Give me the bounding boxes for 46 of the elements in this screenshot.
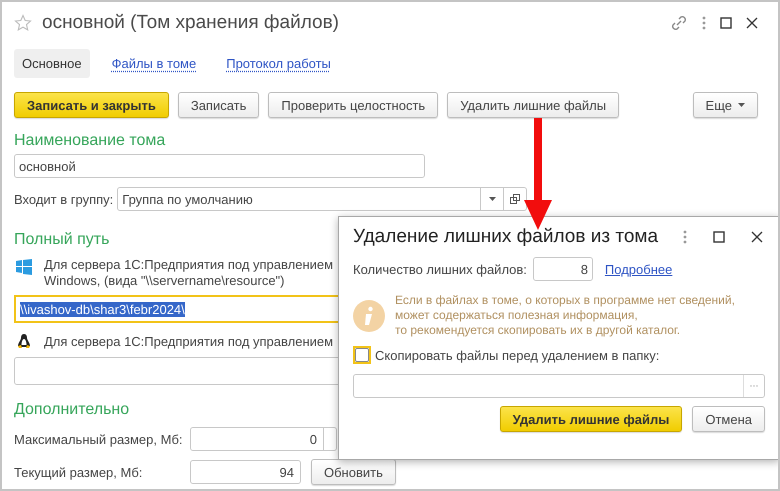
open-icon[interactable]: [510, 194, 520, 204]
checkbox[interactable]: [353, 346, 371, 364]
number-field[interactable]: 0: [190, 427, 337, 451]
section-heading: Полный путь: [14, 231, 110, 250]
penguin-icon: [16, 333, 32, 349]
section-heading: Наименование тома: [14, 132, 166, 151]
more-button[interactable]: Еще: [692, 92, 758, 118]
field-label: Входит в группу:: [14, 192, 114, 206]
field-label: Количество лишних файлов:: [353, 262, 527, 276]
field-label: Максимальный размер, Мб:: [14, 432, 184, 446]
toolbar-button[interactable]: Отмена: [692, 406, 765, 432]
tab[interactable]: Основное: [14, 48, 90, 78]
field-label: Текущий размер, Мб:: [14, 464, 144, 480]
number-field: 94: [190, 460, 301, 484]
tab[interactable]: Протокол работы: [218, 48, 339, 78]
section-heading: Дополнительно: [14, 401, 130, 420]
primary-button[interactable]: Записать и закрыть: [14, 92, 169, 118]
primary-button[interactable]: Удалить лишние файлы: [500, 406, 682, 432]
more-icon[interactable]: [683, 230, 687, 244]
count-field: 8: [532, 257, 593, 281]
close-icon[interactable]: [746, 17, 758, 29]
toolbar-button[interactable]: Записать: [178, 92, 260, 118]
toolbar-button[interactable]: Проверить целостность: [268, 92, 438, 118]
window-title: основной (Том хранения файлов): [42, 12, 339, 34]
info-icon: [353, 300, 385, 332]
info-text: Если в файлах в томе, о которых в программе нет сведений, может содержаться полезная информация, то рекомендуется скопировать их в другой каталог.: [395, 293, 735, 338]
more-icon[interactable]: [702, 16, 706, 30]
checkbox-label: Скопировать файлы перед удалением в папку:: [375, 348, 660, 362]
caret-icon: [738, 103, 745, 107]
maximize-icon[interactable]: [713, 231, 725, 243]
tab[interactable]: Файлы в томе: [104, 48, 204, 78]
dropdown-field[interactable]: Группа по умолчанию: [117, 187, 528, 211]
maximize-icon[interactable]: [720, 17, 732, 29]
input-field[interactable]: основной: [14, 154, 425, 178]
caret-icon: [488, 197, 496, 201]
hint-text: Для сервера 1С:Предприятия под управлением Windows, (вида "\\servername\resource"): [44, 257, 334, 289]
link-icon[interactable]: [670, 14, 688, 32]
close-icon[interactable]: [751, 231, 763, 243]
star-icon[interactable]: [14, 14, 32, 32]
dialog-title: Удаление лишних файлов из тома: [353, 226, 658, 248]
hint-text: Для сервера 1С:Предприятия под управлением: [44, 334, 334, 348]
windows-icon: [16, 259, 32, 275]
toolbar-button[interactable]: Удалить лишние файлы: [447, 92, 620, 118]
folder-field[interactable]: [353, 374, 765, 398]
refresh-button[interactable]: Обновить: [311, 459, 396, 485]
details-link[interactable]: Подробнее: [604, 262, 672, 276]
